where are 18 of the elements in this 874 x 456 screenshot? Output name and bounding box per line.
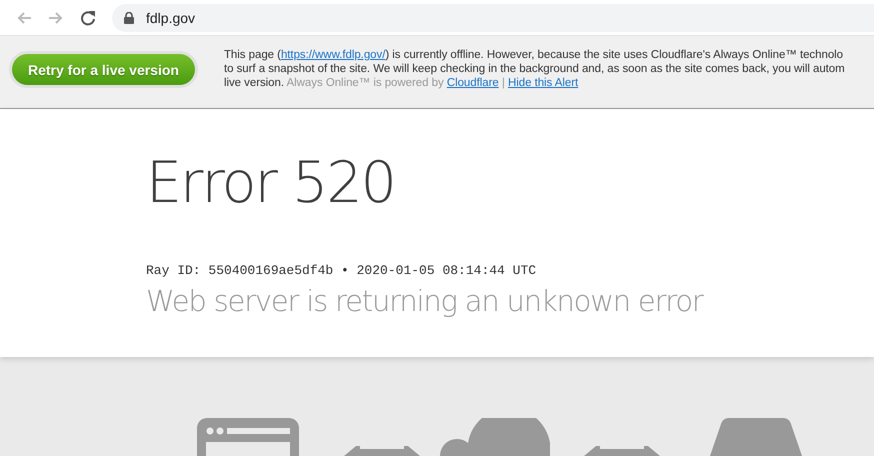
url-text: fdlp.gov xyxy=(146,10,196,26)
address-bar[interactable]: fdlp.gov xyxy=(112,4,874,32)
server-icon xyxy=(710,418,802,456)
link[interactable]: Cloudflare xyxy=(446,77,499,89)
reload-icon xyxy=(80,10,96,26)
link[interactable]: https://www.fdlp.gov/ xyxy=(280,49,386,61)
double-arrow-icon xyxy=(344,444,420,456)
error-message: Web server is returning an unknown error xyxy=(146,284,704,318)
cloud-icon xyxy=(440,418,550,456)
ray-id-text: Ray ID: 550400169ae5df4b • 2020-01-05 08:14:44 UTC xyxy=(146,263,538,278)
error-title: Error 520 xyxy=(146,149,396,218)
left-arrow-icon xyxy=(16,10,32,26)
retry-button[interactable]: Retry for a live version xyxy=(12,54,195,85)
alert-message: This page (https://www.fdlp.gov/) is currently offline. However, because the site uses Cloudflare's Always Online™ technolo to surf a snapshot of the site. We will keep checking in the background and, as soon as the site comes back, you will autom live version. Always Online™ is powered by Cloudflare | Hide this Alert xyxy=(224,48,845,90)
right-arrow-icon xyxy=(48,10,64,26)
link[interactable]: Hide this Alert xyxy=(508,77,578,89)
lock-icon xyxy=(124,12,134,24)
double-arrow-icon xyxy=(584,444,660,456)
